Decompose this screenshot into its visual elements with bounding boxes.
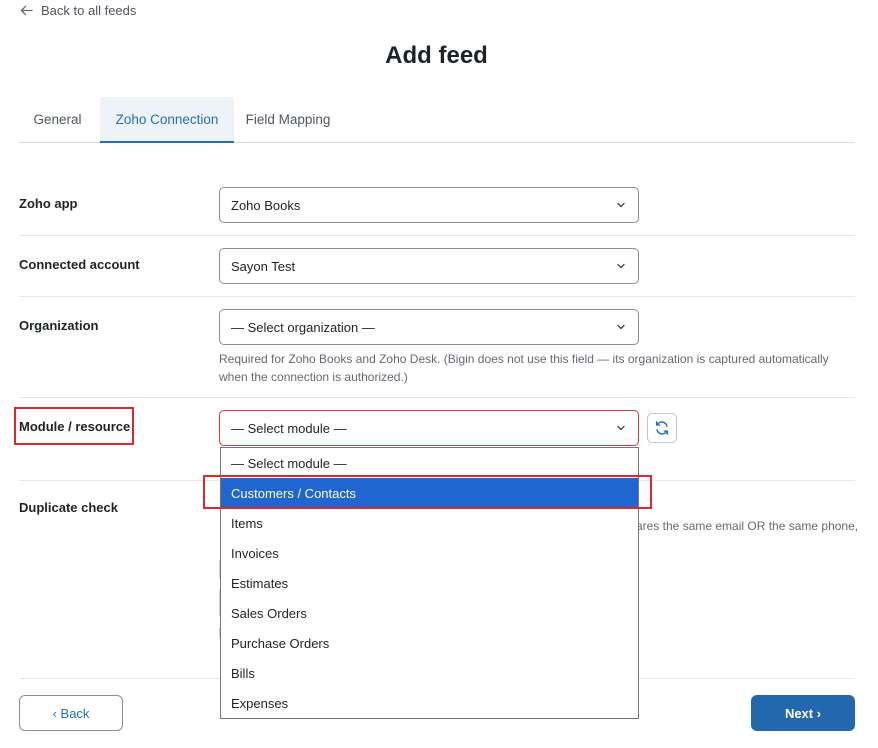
connected-account-value: Sayon Test [231, 258, 296, 274]
chevron-down-icon [617, 263, 625, 269]
module-option-items[interactable]: Items [221, 508, 638, 538]
organization-select[interactable]: — Select organization — [219, 309, 639, 345]
chevron-down-icon [617, 202, 625, 208]
module-option-customers-contacts[interactable]: Customers / Contacts [221, 478, 638, 508]
organization-value: — Select organization — [231, 319, 375, 335]
back-button[interactable]: ‹ Back [19, 695, 123, 731]
tab-zoho-connection[interactable]: Zoho Connection [100, 97, 234, 143]
duplicate-check-help-text: ares the same email OR the same phone, [636, 519, 859, 533]
next-button[interactable]: Next › [751, 695, 855, 731]
arrow-left-icon [20, 5, 33, 16]
back-to-feeds-label: Back to all feeds [41, 3, 137, 18]
tab-bar: General Zoho Connection Field Mapping [19, 97, 855, 143]
module-value: — Select module — [231, 420, 347, 436]
chevron-down-icon [617, 425, 625, 431]
module-option-sales-orders[interactable]: Sales Orders [221, 598, 638, 628]
organization-label: Organization [19, 318, 99, 333]
refresh-modules-button[interactable] [647, 413, 677, 443]
back-to-feeds-link[interactable]: Back to all feeds [20, 3, 136, 18]
row-divider [19, 296, 855, 297]
tab-general[interactable]: General [19, 97, 96, 142]
module-option-estimates[interactable]: Estimates [221, 568, 638, 598]
tab-field-mapping[interactable]: Field Mapping [238, 97, 338, 142]
zoho-app-select[interactable]: Zoho Books [219, 187, 639, 223]
module-option-invoices[interactable]: Invoices [221, 538, 638, 568]
chevron-down-icon [617, 324, 625, 330]
module-option-bills[interactable]: Bills [221, 658, 638, 688]
duplicate-check-label: Duplicate check [19, 500, 118, 515]
page-title: Add feed [385, 42, 488, 69]
zoho-app-value: Zoho Books [231, 197, 301, 213]
refresh-icon [655, 421, 669, 435]
module-option-purchase-orders[interactable]: Purchase Orders [221, 628, 638, 658]
module-dropdown-list: — Select module — Customers / Contacts I… [220, 447, 639, 719]
row-divider [19, 235, 855, 236]
module-select[interactable]: — Select module — [219, 410, 639, 446]
organization-help-text: Required for Zoho Books and Zoho Desk. (… [219, 352, 829, 384]
connected-account-select[interactable]: Sayon Test [219, 248, 639, 284]
module-option-placeholder[interactable]: — Select module — [221, 448, 638, 478]
row-divider [19, 397, 855, 398]
module-label: Module / resource [19, 419, 131, 434]
zoho-app-label: Zoho app [19, 196, 78, 211]
connected-account-label: Connected account [19, 257, 140, 272]
module-option-expenses[interactable]: Expenses [221, 688, 638, 718]
